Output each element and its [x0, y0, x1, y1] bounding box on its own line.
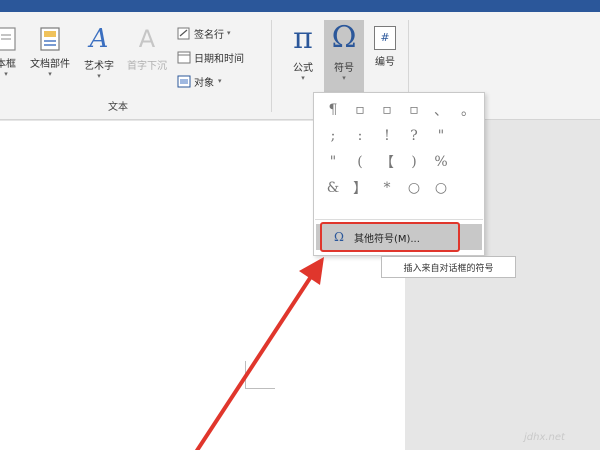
signature-icon [177, 27, 190, 39]
symbol-cell[interactable]: ¶ [320, 97, 346, 122]
symbol-cell[interactable]: " [320, 149, 346, 174]
group-label-text: 文本 [108, 102, 128, 113]
symbol-cell[interactable] [455, 175, 481, 200]
chevron-down-icon: ▾ [342, 74, 346, 82]
quick-parts-icon [40, 27, 60, 51]
tooltip: 插入来自对话框的符号 [381, 256, 516, 278]
symbol-cell[interactable]: " [428, 123, 454, 148]
chevron-down-icon: ▾ [218, 77, 222, 85]
symbol-button[interactable]: Ω 符号 ▾ [324, 20, 364, 96]
chevron-down-icon: ▾ [227, 29, 231, 37]
symbol-cell[interactable]: : [347, 123, 373, 148]
pi-icon: π [293, 21, 313, 56]
object-icon [177, 75, 191, 87]
insert-ribbon: 本框 ▾ 文档部件 ▾ A 艺术字 ▾ A 首字下沉 签名行 ▾ 日期和时间 对… [0, 12, 600, 120]
equation-button[interactable]: π 公式 ▾ [285, 21, 321, 83]
symbol-cell[interactable]: ; [320, 123, 346, 148]
dropdown-divider [315, 219, 483, 220]
number-label: 编号 [375, 57, 395, 68]
dropcap-label: 首字下沉 [127, 61, 167, 72]
symbol-cell[interactable]: & [320, 175, 346, 200]
highlight-annotation [320, 222, 460, 252]
date-time-button[interactable]: 日期和时间 [177, 48, 244, 66]
symbol-cell[interactable]: 】 [347, 175, 373, 200]
wordart-label: 艺术字 [84, 61, 114, 72]
dropcap-icon: A [138, 25, 156, 53]
symbol-label: 符号 [334, 63, 354, 74]
chevron-down-icon: ▾ [48, 70, 52, 78]
chevron-down-icon: ▾ [4, 70, 8, 78]
textbox-label: 本框 [0, 59, 16, 70]
equation-label: 公式 [293, 63, 313, 74]
symbol-cell[interactable]: ( [347, 149, 373, 174]
date-time-label: 日期和时间 [194, 53, 244, 65]
object-button[interactable]: 对象 ▾ [177, 72, 222, 90]
page-corner-mark [245, 361, 275, 389]
symbol-cell[interactable]: ) [401, 149, 427, 174]
symbol-cell[interactable]: ▫ [347, 97, 373, 122]
symbol-grid: ¶ ▫ ▫ ▫、。;:!? " "(【)% &】 * ○ ○ [320, 97, 480, 200]
signature-line-button[interactable]: 签名行 ▾ [177, 24, 231, 42]
symbol-cell[interactable] [455, 149, 481, 174]
quick-parts-button[interactable]: 文档部件 ▾ [25, 26, 75, 78]
number-button[interactable]: # 编号 [368, 26, 402, 68]
textbox-button[interactable]: 本框 ▾ [0, 26, 20, 78]
symbol-cell[interactable]: ○ [428, 175, 454, 200]
symbol-cell[interactable]: % [428, 149, 454, 174]
symbol-cell[interactable]: ? [401, 123, 427, 148]
symbol-cell[interactable]: * [374, 175, 400, 200]
chevron-down-icon: ▾ [97, 72, 101, 80]
number-icon: # [374, 26, 396, 50]
symbol-cell[interactable]: 、 [428, 97, 454, 122]
quick-parts-label: 文档部件 [30, 59, 70, 70]
object-label: 对象 [194, 77, 214, 89]
symbol-cell[interactable] [455, 123, 481, 148]
omega-icon: Ω [331, 20, 357, 55]
textbox-icon [0, 27, 16, 51]
symbol-cell[interactable]: 【 [374, 149, 400, 174]
symbol-cell[interactable]: ○ [401, 175, 427, 200]
group-divider [271, 20, 272, 112]
dropcap-button[interactable]: A 首字下沉 [124, 24, 170, 72]
wordart-button[interactable]: A 艺术字 ▾ [78, 24, 120, 80]
calendar-icon [177, 51, 191, 63]
watermark: jdhx.net [524, 432, 565, 443]
symbol-cell[interactable]: ▫ [401, 97, 427, 122]
symbol-cell[interactable]: ▫ [374, 97, 400, 122]
chevron-down-icon: ▾ [301, 74, 305, 82]
wordart-icon: A [89, 24, 109, 54]
symbol-cell[interactable]: 。 [455, 97, 481, 122]
tooltip-text: 插入来自对话框的符号 [403, 263, 494, 274]
symbol-cell[interactable]: ! [374, 123, 400, 148]
signature-line-label: 签名行 [194, 29, 224, 41]
title-bar [0, 0, 600, 12]
